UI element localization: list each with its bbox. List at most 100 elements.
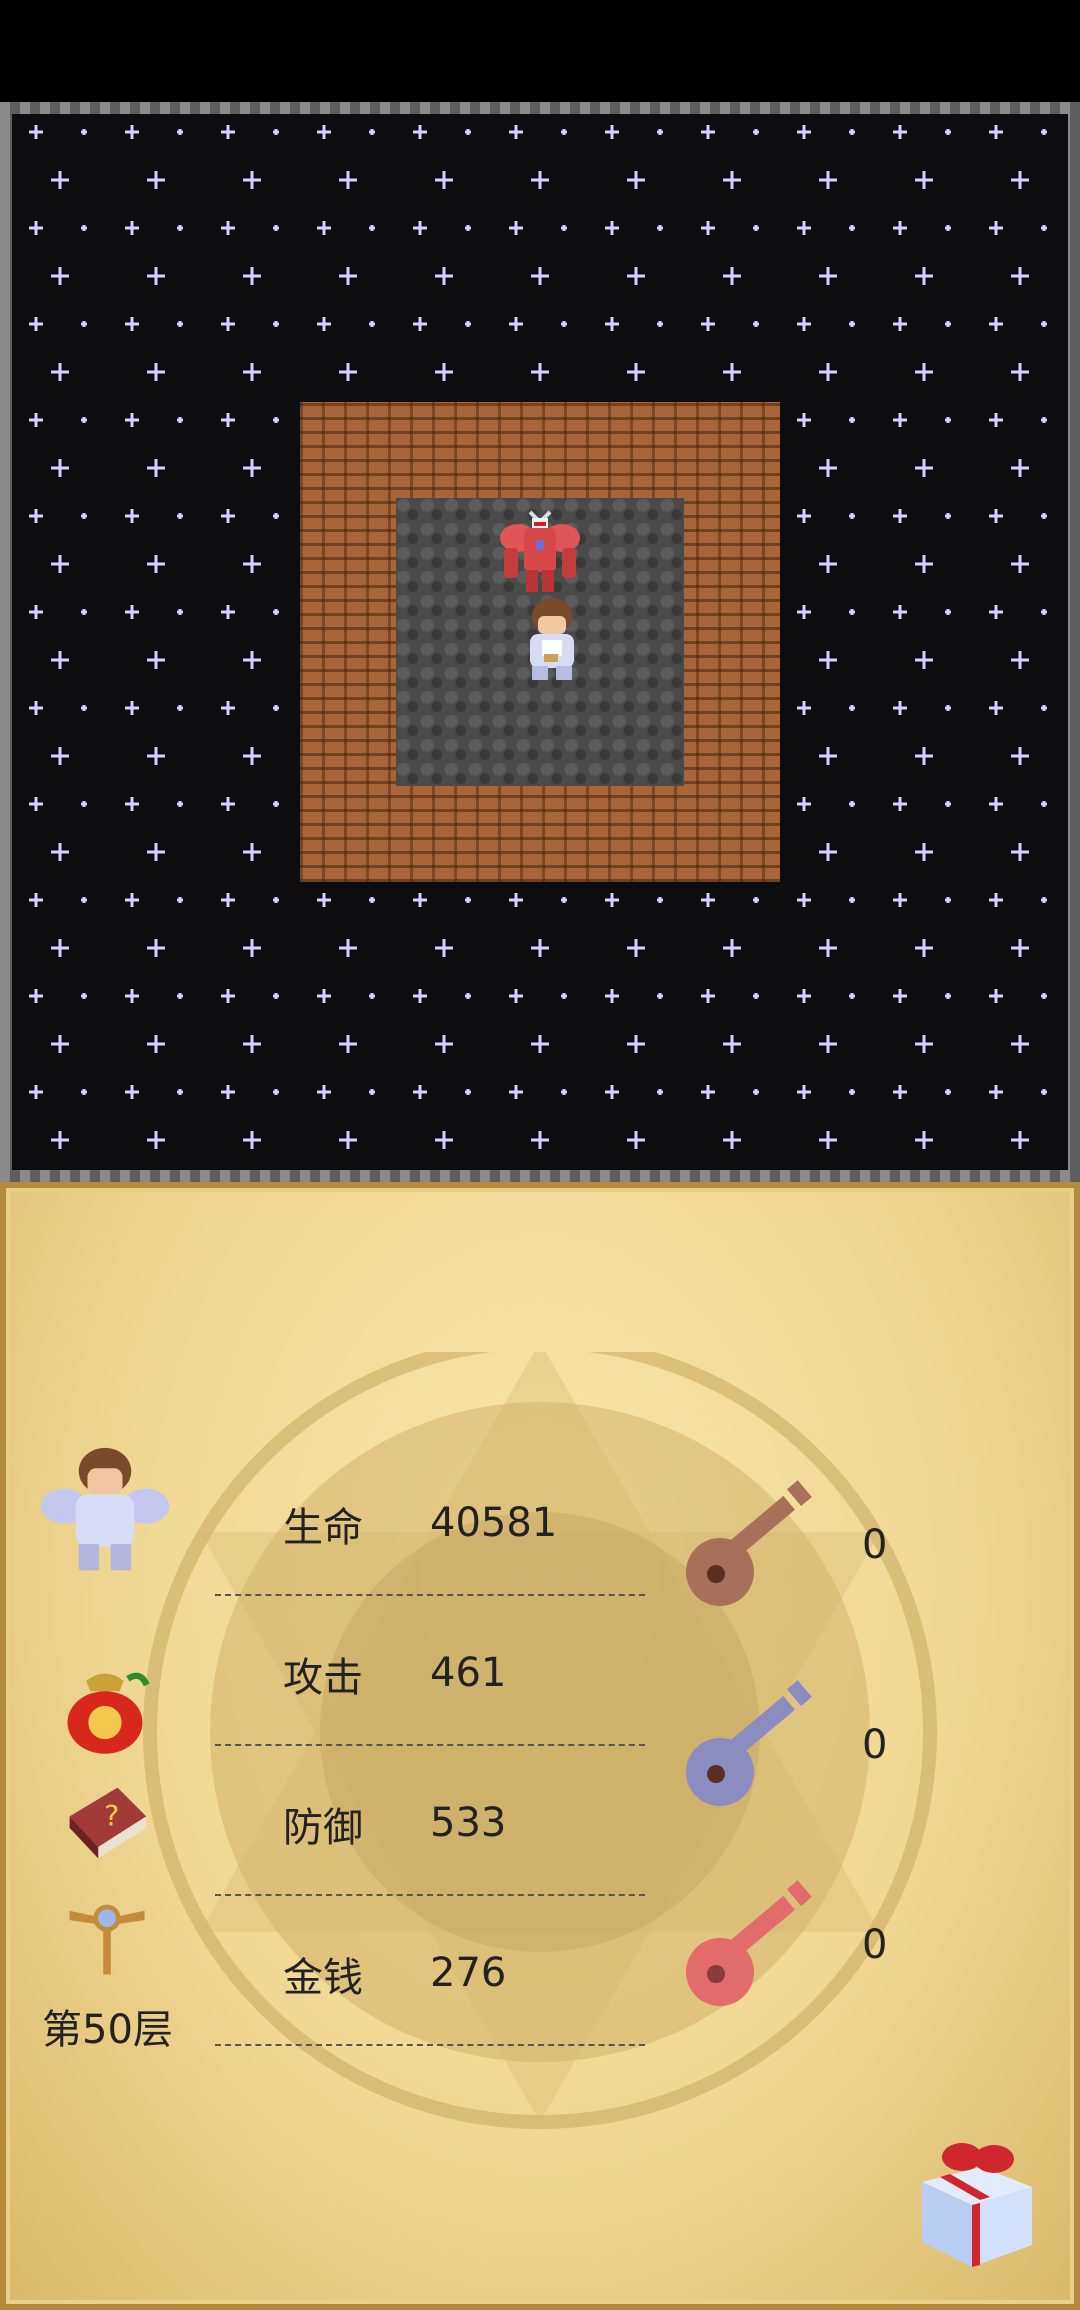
- star-decoration: [221, 797, 235, 811]
- star-decoration: [1011, 363, 1029, 381]
- star-decoration: [701, 989, 715, 1003]
- star-decoration: [1011, 939, 1029, 957]
- star-decoration: [657, 897, 663, 903]
- star-decoration: [339, 1131, 357, 1149]
- star-decoration: [723, 1131, 741, 1149]
- stat-divider: [215, 1594, 645, 1596]
- star-decoration: [221, 605, 235, 619]
- gold-value: 276: [430, 1950, 507, 1996]
- blue-key-icon: [686, 1680, 812, 1806]
- star-decoration: [147, 1035, 165, 1053]
- star-decoration: [627, 1035, 645, 1053]
- attack-value: 461: [430, 1650, 507, 1696]
- star-decoration: [147, 459, 165, 477]
- star-decoration: [317, 1085, 331, 1099]
- star-decoration: [561, 321, 567, 327]
- star-decoration: [125, 509, 139, 523]
- star-decoration: [701, 1085, 715, 1099]
- star-decoration: [893, 509, 907, 523]
- star-decoration: [605, 893, 619, 907]
- star-decoration: [797, 701, 811, 715]
- star-decoration: [819, 363, 837, 381]
- star-decoration: [243, 1131, 261, 1149]
- star-decoration: [819, 651, 837, 669]
- star-decoration: [221, 989, 235, 1003]
- star-decoration: [531, 1131, 549, 1149]
- star-decoration: [81, 993, 87, 999]
- red-knight-monster[interactable]: [492, 504, 588, 600]
- star-decoration: [893, 413, 907, 427]
- star-decoration: [317, 893, 331, 907]
- star-decoration: [339, 171, 357, 189]
- star-decoration: [945, 513, 951, 519]
- star-decoration: [849, 417, 855, 423]
- star-decoration: [243, 363, 261, 381]
- star-decoration: [1041, 993, 1047, 999]
- star-decoration: [893, 605, 907, 619]
- star-decoration: [989, 1085, 1003, 1099]
- star-decoration: [435, 267, 453, 285]
- defense-label: 防御: [283, 1805, 363, 1851]
- star-decoration: [243, 555, 261, 573]
- star-decoration: [753, 321, 759, 327]
- star-decoration: [51, 459, 69, 477]
- star-decoration: [657, 1089, 663, 1095]
- star-decoration: [243, 267, 261, 285]
- floor-fly-icon[interactable]: [62, 1892, 152, 1982]
- star-decoration: [605, 1085, 619, 1099]
- star-decoration: [435, 363, 453, 381]
- star-decoration: [51, 1035, 69, 1053]
- star-decoration: [1041, 609, 1047, 615]
- star-decoration: [273, 129, 279, 135]
- star-decoration: [797, 125, 811, 139]
- star-decoration: [1011, 843, 1029, 861]
- star-decoration: [945, 225, 951, 231]
- star-decoration: [723, 171, 741, 189]
- star-decoration: [369, 321, 375, 327]
- star-decoration: [81, 897, 87, 903]
- hero-portrait-icon[interactable]: [35, 1442, 175, 1582]
- star-decoration: [753, 897, 759, 903]
- star-decoration: [989, 125, 1003, 139]
- star-decoration: [849, 993, 855, 999]
- floor-label: 第50层: [42, 2007, 173, 2053]
- star-decoration: [273, 1089, 279, 1095]
- star-decoration: [819, 747, 837, 765]
- star-decoration: [819, 267, 837, 285]
- star-decoration: [435, 1131, 453, 1149]
- star-decoration: [945, 129, 951, 135]
- star-decoration: [657, 993, 663, 999]
- star-decoration: [273, 321, 279, 327]
- star-decoration: [1011, 267, 1029, 285]
- star-decoration: [221, 509, 235, 523]
- star-decoration: [657, 225, 663, 231]
- hero-sprite[interactable]: [504, 594, 600, 690]
- star-decoration: [177, 513, 183, 519]
- star-decoration: [509, 1085, 523, 1099]
- star-decoration: [1011, 747, 1029, 765]
- star-decoration: [369, 129, 375, 135]
- game-map[interactable]: [12, 114, 1068, 1170]
- star-decoration: [945, 417, 951, 423]
- star-decoration: [989, 221, 1003, 235]
- monster-manual-icon[interactable]: ?: [60, 1778, 152, 1870]
- star-decoration: [339, 939, 357, 957]
- star-decoration: [1011, 459, 1029, 477]
- star-decoration: [435, 171, 453, 189]
- star-decoration: [243, 843, 261, 861]
- gift-box-icon[interactable]: [912, 2137, 1042, 2272]
- star-decoration: [1011, 651, 1029, 669]
- star-decoration: [945, 801, 951, 807]
- star-decoration: [81, 129, 87, 135]
- lucky-bag-icon[interactable]: [55, 1660, 155, 1760]
- star-decoration: [339, 1035, 357, 1053]
- star-decoration: [605, 989, 619, 1003]
- star-decoration: [273, 897, 279, 903]
- star-decoration: [177, 801, 183, 807]
- star-decoration: [915, 843, 933, 861]
- yellow-key-count: 0: [862, 1522, 888, 1568]
- star-decoration: [1011, 1035, 1029, 1053]
- star-decoration: [627, 1131, 645, 1149]
- hp-value: 40581: [430, 1500, 558, 1546]
- star-decoration: [147, 267, 165, 285]
